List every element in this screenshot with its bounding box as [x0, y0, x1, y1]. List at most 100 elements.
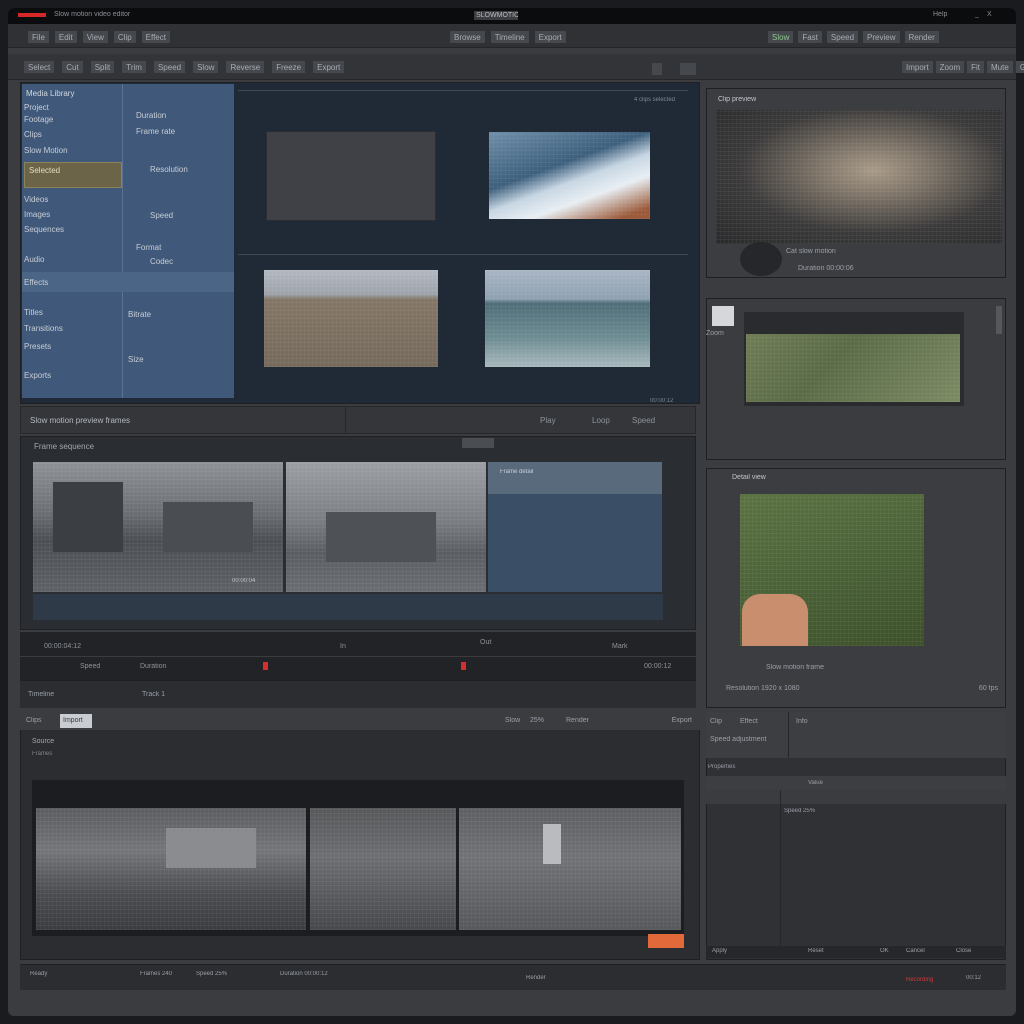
filmstrip-tab[interactable] [462, 438, 494, 448]
tab-clips[interactable]: Clips [26, 717, 56, 724]
library-item-videos[interactable]: Videos [24, 196, 120, 205]
menu-export[interactable]: Export [534, 31, 566, 43]
tool-grid[interactable]: Grid [1015, 61, 1024, 73]
transport-speed[interactable]: Speed [80, 663, 110, 670]
thumbnail-empty[interactable] [266, 131, 436, 221]
frame-scrollbar[interactable] [33, 594, 663, 620]
bottom-render[interactable]: Render [566, 717, 602, 724]
prop-apply[interactable]: Apply [712, 948, 772, 954]
menu-timeline[interactable]: Timeline [490, 31, 529, 43]
green-video[interactable] [740, 494, 924, 646]
library-item-sequences[interactable]: Sequences [24, 226, 120, 235]
tool-select[interactable]: Select [24, 61, 55, 73]
frame-1[interactable] [33, 462, 283, 592]
status-ready: Ready [30, 971, 48, 977]
menu-fast[interactable]: Fast [798, 31, 822, 43]
minimize-button[interactable]: _ [975, 11, 983, 18]
zoom-icon[interactable] [712, 306, 734, 326]
tool-split[interactable]: Split [90, 61, 115, 73]
transport-duration[interactable]: Duration [140, 663, 180, 670]
play-button[interactable]: Play [540, 417, 574, 425]
detail-bitrate: Bitrate [128, 311, 152, 319]
library-item-titles[interactable]: Titles [24, 309, 120, 318]
frame-timestamp: 00:00:04 [232, 578, 256, 584]
cat-video[interactable] [716, 110, 1002, 244]
source-frame-2[interactable] [310, 808, 456, 930]
library-item-transitions[interactable]: Transitions [24, 325, 120, 334]
tool-freeze[interactable]: Freeze [272, 61, 306, 73]
menu-view[interactable]: View [82, 31, 108, 43]
loop-button[interactable]: Loop [592, 417, 626, 425]
thumbnail-beach[interactable] [264, 270, 438, 367]
menu-file[interactable]: File [28, 31, 49, 43]
menu-clip[interactable]: Clip [113, 31, 136, 43]
status-frames: Frames 240 [140, 971, 173, 977]
menu-preview[interactable]: Preview [863, 31, 900, 43]
prop-reset[interactable]: Reset [808, 948, 848, 954]
prop-tab-clip[interactable]: Clip [710, 718, 734, 725]
source-frame-3[interactable] [459, 808, 681, 930]
menu-effect[interactable]: Effect [141, 31, 170, 43]
tool-zoom[interactable]: Zoom [935, 61, 965, 73]
zoom-scrollbar[interactable] [996, 306, 1002, 334]
tool-speed[interactable]: Speed [153, 61, 186, 73]
lock-icon[interactable] [652, 63, 662, 75]
thumbnail-wave[interactable] [489, 132, 650, 219]
record-indicator[interactable] [648, 934, 684, 948]
transport-out[interactable]: Out [480, 639, 510, 646]
menu-edit[interactable]: Edit [54, 31, 77, 43]
in-marker[interactable] [263, 662, 268, 670]
frame-2[interactable] [286, 462, 486, 592]
tool-slow[interactable]: Slow [193, 61, 219, 73]
tool-fit[interactable]: Fit [967, 61, 985, 73]
settings-icon[interactable] [680, 63, 696, 75]
tool-import[interactable]: Import [902, 61, 933, 73]
menu-render[interactable]: Render [904, 31, 939, 43]
library-item-presets[interactable]: Presets [24, 343, 120, 352]
prop-cancel[interactable]: Cancel [906, 948, 940, 954]
prop-tab-info[interactable]: Info [796, 718, 824, 725]
tool-mute[interactable]: Mute [987, 61, 1013, 73]
preview-top-rule [238, 90, 688, 91]
prop-tab-effect[interactable]: Effect [740, 718, 768, 725]
speed-button[interactable]: Speed [632, 417, 666, 425]
tool-cut[interactable]: Cut [62, 61, 83, 73]
library-item-footage[interactable]: Footage [24, 116, 120, 125]
close-button[interactable]: X [987, 11, 995, 18]
tool-trim[interactable]: Trim [122, 61, 146, 73]
transport-in[interactable]: In [340, 643, 370, 650]
library-item-audio[interactable]: Audio [24, 256, 120, 265]
detail-caption: Slow motion frame [766, 664, 824, 671]
texture-video[interactable] [746, 334, 960, 402]
source-frame-1[interactable] [36, 808, 306, 930]
library-item-slow-motion[interactable]: Slow Motion [24, 147, 120, 156]
library-item-exports[interactable]: Exports [24, 372, 120, 381]
out-marker[interactable] [461, 662, 466, 670]
transport-end-time: 00:00:12 [644, 663, 672, 670]
menu-speed[interactable]: Speed [826, 31, 859, 43]
library-item-project[interactable]: Project [24, 104, 120, 113]
bottom-export[interactable]: Export [608, 717, 692, 724]
library-item-selected[interactable]: Selected [24, 162, 122, 188]
status-render[interactable]: Render [526, 975, 560, 981]
thumbnail-sea[interactable] [485, 270, 650, 367]
bottom-speed-value[interactable]: 25% [530, 717, 560, 724]
library-item-clips[interactable]: Clips [24, 131, 120, 140]
menu-left: File Edit View Clip Effect [28, 31, 170, 43]
status-bar [20, 964, 1006, 990]
bottom-slow[interactable]: Slow [505, 717, 525, 724]
library-item-images[interactable]: Images [24, 211, 120, 220]
menu-slow[interactable]: Slow [768, 31, 794, 43]
tool-reverse[interactable]: Reverse [226, 61, 265, 73]
transport-mark[interactable]: Mark [612, 643, 642, 650]
prop-ok[interactable]: OK [880, 948, 898, 954]
menu-browse[interactable]: Browse [450, 31, 485, 43]
library-item-effects[interactable]: Effects [24, 279, 120, 288]
tool-export[interactable]: Export [313, 61, 345, 73]
help-menu[interactable]: Help [933, 11, 969, 18]
prop-close[interactable]: Close [956, 948, 1000, 954]
app-label: Slow motion video editor [54, 11, 131, 18]
tab-import[interactable]: Import [60, 714, 92, 728]
frame-detail-header [488, 462, 662, 494]
properties-row[interactable] [706, 790, 1006, 804]
